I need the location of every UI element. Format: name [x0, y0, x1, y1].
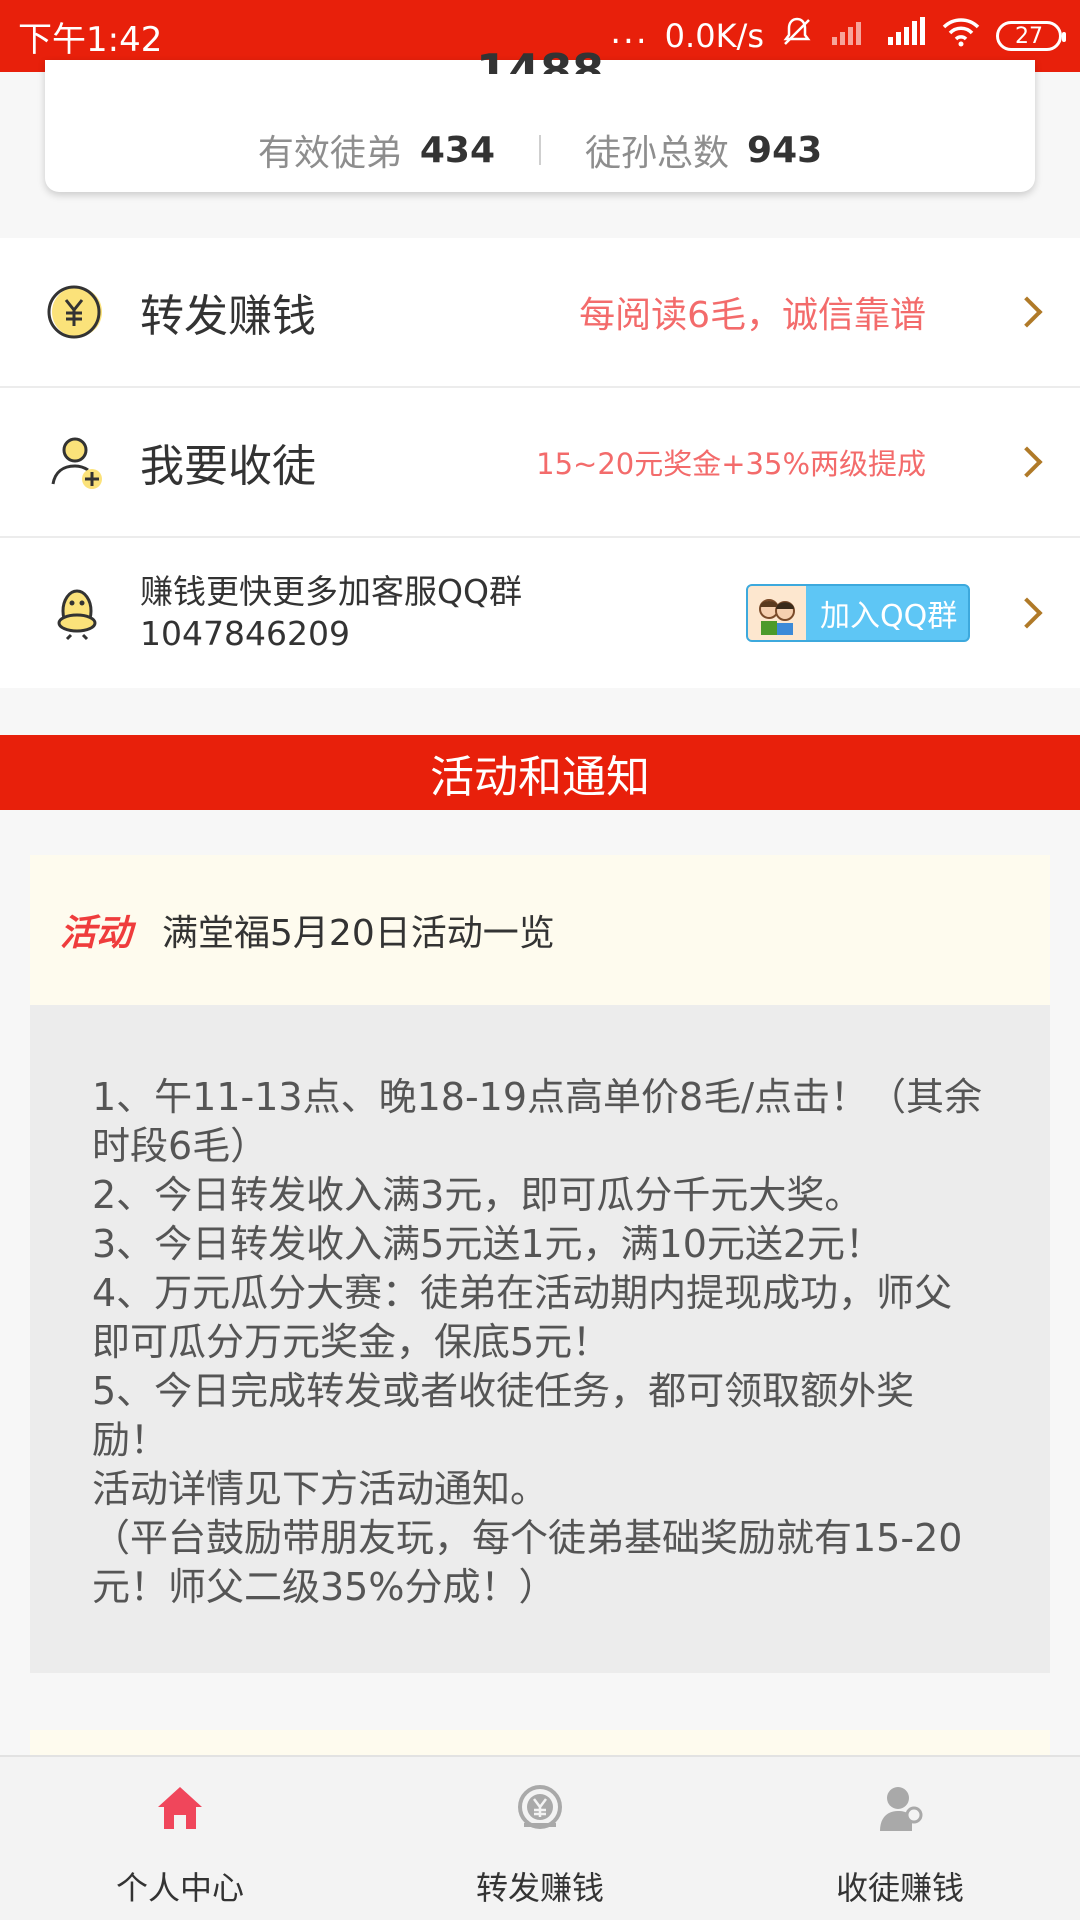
qq-penguin-icon [46, 582, 108, 644]
activity-title: 满堂福5月20日活动一览 [162, 913, 555, 954]
notice-banner-title: 活动和通知 [430, 751, 650, 803]
tab-share-earn[interactable]: 转发赚钱 [360, 1757, 720, 1920]
activity-tag: 活动 [60, 913, 133, 954]
menu-item-recruit[interactable]: 我要收徒 15~20元奖金+35%两级提成 [0, 388, 1080, 538]
activity-header[interactable]: 活动 满堂福5月20日活动一览 [30, 855, 1050, 1005]
tab-label: 转发赚钱 [475, 1869, 604, 1907]
total-partial: 1488 [475, 44, 605, 74]
tab-personal-center[interactable]: 个人中心 [0, 1757, 360, 1920]
stats-row: 有效徒弟 434 徒孙总数 943 [45, 124, 1035, 176]
disciples-label: 有效徒弟 [257, 133, 402, 174]
activity-line: 3、今日转发收入满5元送1元，满10元送2元！ [92, 1222, 884, 1266]
yuan-coin-icon [508, 1777, 572, 1841]
menu-share-title: 转发赚钱 [140, 291, 316, 342]
grand-disciples-label: 徒孙总数 [585, 133, 730, 174]
qq-group-text: 赚钱更快更多加客服QQ群 1047846209 [140, 571, 522, 655]
qq-group-label: 赚钱更快更多加客服QQ群 [140, 572, 522, 611]
notice-banner: 活动和通知 [0, 735, 1080, 810]
join-qq-label: 加入QQ群 [820, 599, 958, 634]
chevron-right-icon [1011, 597, 1043, 629]
chevron-right-icon [1011, 296, 1043, 328]
activity-body: 1、午11-13点、晚18-19点高单价8毛/点击！（其余时段6毛） 2、今日转… [30, 1005, 1050, 1673]
yuan-coin-icon [46, 281, 108, 343]
chevron-right-icon [1011, 446, 1043, 478]
menu-item-qq[interactable]: 赚钱更快更多加客服QQ群 1047846209 加入QQ群 [0, 538, 1080, 688]
qq-group-number: 1047846209 [140, 614, 350, 653]
stats-card: 1488 有效徒弟 434 徒孙总数 943 [45, 44, 1035, 192]
tab-recruit-earn[interactable]: 收徒赚钱 [720, 1757, 1080, 1920]
add-user-icon [46, 431, 108, 493]
user-icon [868, 1777, 932, 1841]
menu-recruit-note: 15~20元奖金+35%两级提成 [536, 447, 926, 481]
disciples-value: 434 [419, 129, 495, 171]
tab-label: 收徒赚钱 [835, 1869, 964, 1907]
home-icon [148, 1777, 212, 1841]
faces-icon [748, 586, 806, 640]
divider [539, 135, 541, 165]
menu-list: 转发赚钱 每阅读6毛，诚信靠谱 我要收徒 15~20元奖金+35%两级提成 赚钱… [0, 238, 1080, 688]
menu-share-note: 每阅读6毛，诚信靠谱 [579, 295, 926, 336]
join-qq-button[interactable]: 加入QQ群 [746, 584, 970, 642]
bottom-tab-bar: 个人中心 转发赚钱 收徒赚钱 [0, 1755, 1080, 1920]
tab-label: 个人中心 [115, 1869, 244, 1907]
activity-line: 2、今日转发收入满3元，即可瓜分千元大奖。 [92, 1173, 863, 1217]
activity-line: 1、午11-13点、晚18-19点高单价8毛/点击！（其余时段6毛） [92, 1075, 982, 1168]
grand-disciples-value: 943 [747, 129, 823, 171]
menu-item-share[interactable]: 转发赚钱 每阅读6毛，诚信靠谱 [0, 238, 1080, 388]
menu-recruit-title: 我要收徒 [140, 441, 316, 492]
activity-line: 4、万元瓜分大赛：徒弟在活动期内提现成功，师父即可瓜分万元奖金，保底5元！ [92, 1271, 953, 1364]
activity-line: （平台鼓励带朋友玩，每个徒弟基础奖励就有15-20元！师父二级35%分成！） [92, 1516, 963, 1609]
activity-line: 活动详情见下方活动通知。 [92, 1467, 549, 1511]
activity-line: 5、今日完成转发或者收徒任务，都可领取额外奖励！ [92, 1369, 915, 1462]
